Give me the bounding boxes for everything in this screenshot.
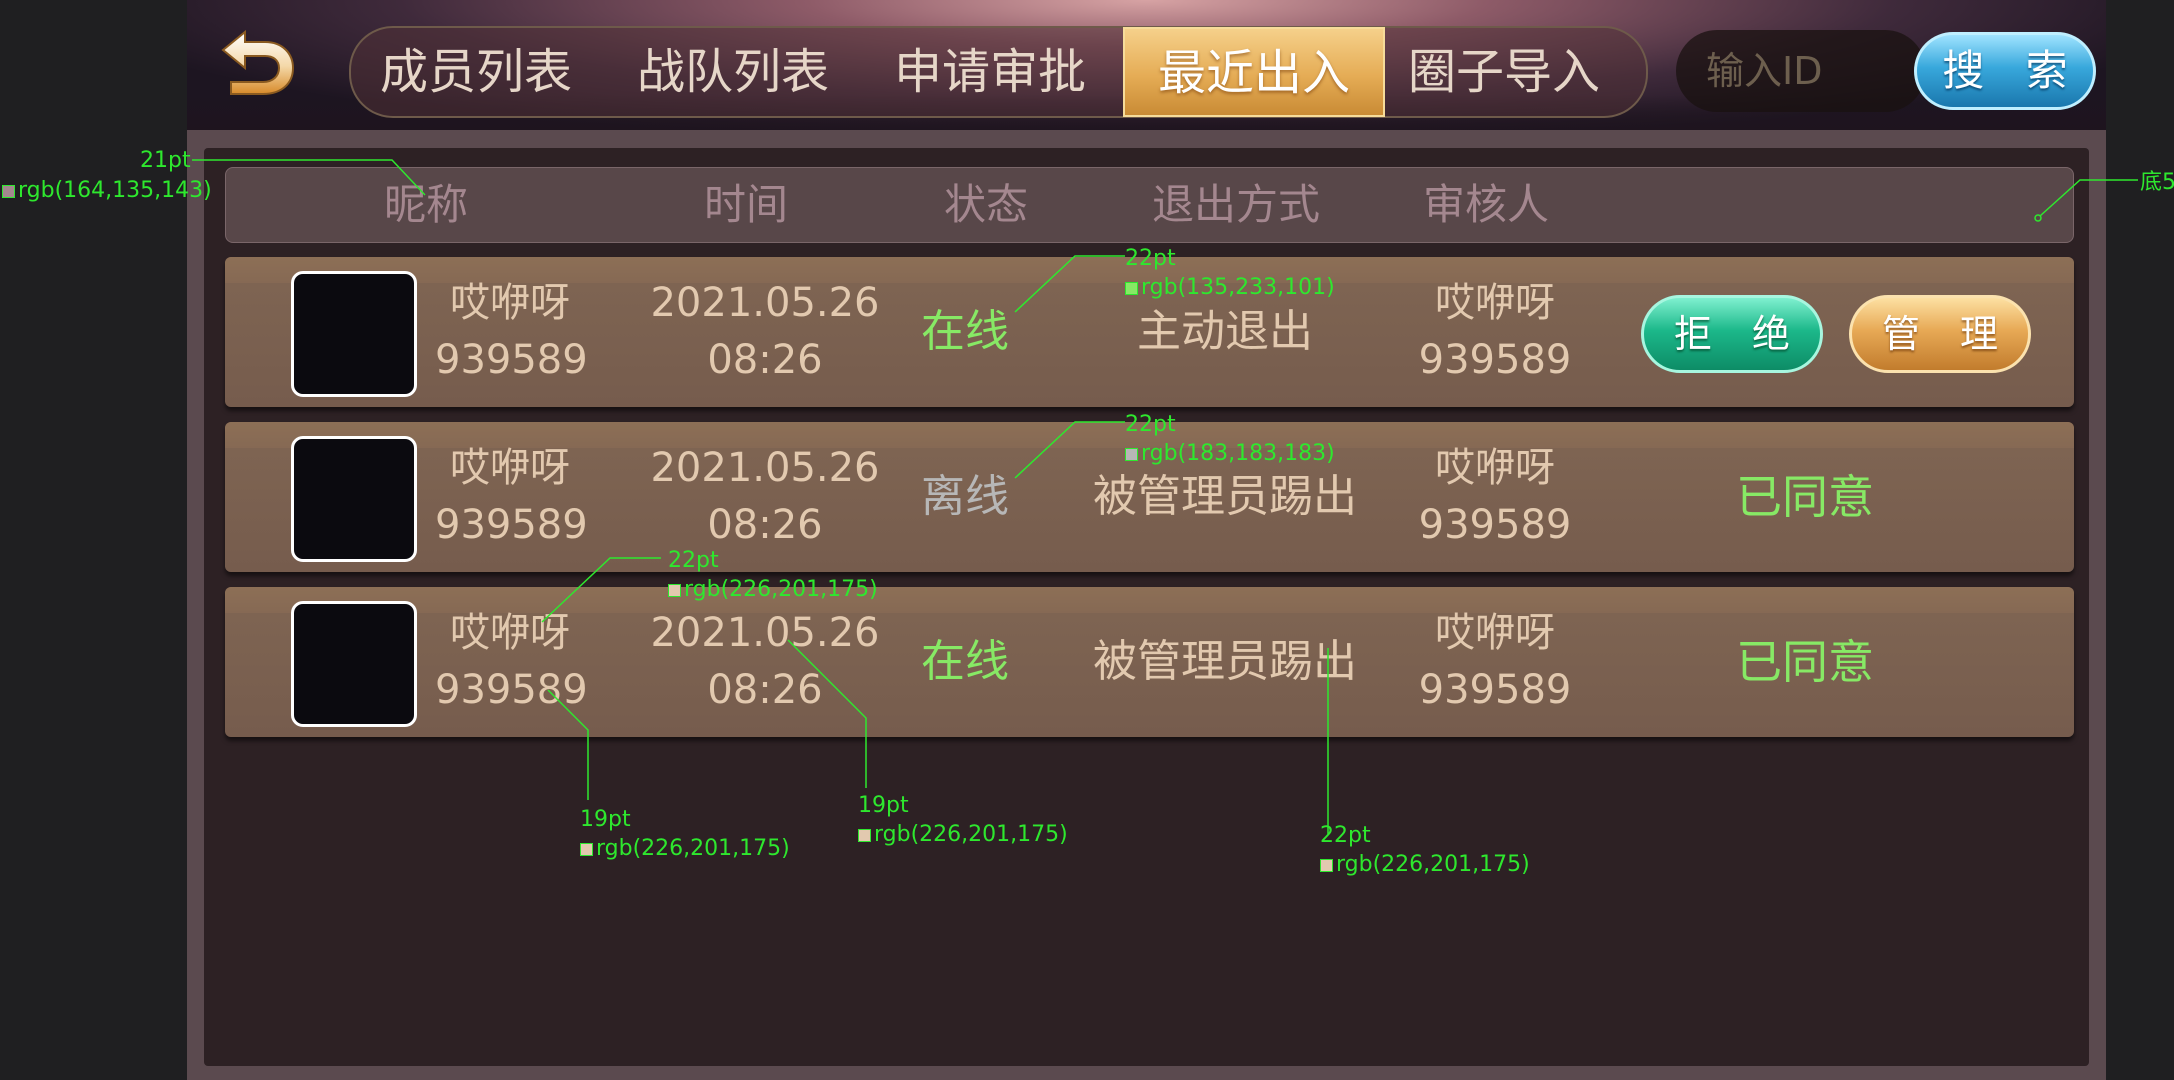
member-nickname: 哎咿呀 [450,280,570,326]
annotation-online-size: 22pt [1125,246,1176,271]
avatar [291,601,417,727]
record-time: 08:26 [707,337,823,383]
back-arrow-icon [221,29,295,95]
record-date: 2021.05.26 [650,445,880,491]
reviewer-name: 哎咿呀 [1435,610,1555,656]
annotation-color-text: rgb(226,201,175) [596,836,790,861]
annotation-color-text: rgb(183,183,183) [1141,441,1335,466]
approval-result: 已同意 [1736,635,1874,689]
annotation-exit-color: rgb(226,201,175) [1320,854,1530,876]
exit-method: 被管理员踢出 [1093,636,1357,687]
header-status: 状态 [943,180,1028,229]
color-swatch [668,583,681,597]
reject-button[interactable]: 拒 绝 [1641,295,1823,373]
reviewer-name: 哎咿呀 [1435,280,1555,326]
id-search-input[interactable] [1676,30,1926,112]
app-panel: 成员列表 战队列表 申请审批 最近出入 圈子导入 搜 索 昵称 时间 状态 退出… [187,0,2106,1080]
reviewer-id: 939589 [1418,337,1572,383]
header-time: 时间 [703,180,788,229]
annotation-color-text: rgb(164,135,143) [18,178,212,203]
annotation-datetime-color: rgb(226,201,175) [858,824,1068,846]
header-exit-method: 退出方式 [1151,180,1320,229]
annotation-datetime-size: 19pt [858,793,909,818]
back-button[interactable] [217,28,297,103]
annotation-corner-note: 底5 [2140,170,2174,195]
avatar [291,271,417,397]
annotation-exit-size: 22pt [1320,823,1371,848]
record-time: 08:26 [707,667,823,713]
search-button[interactable]: 搜 索 [1914,32,2096,110]
tab-bar: 成员列表 战队列表 申请审批 最近出入 圈子导入 [349,26,1648,118]
color-swatch [1125,447,1138,461]
member-nickname: 哎咿呀 [450,610,570,656]
annotation-color-text: rgb(226,201,175) [1336,852,1530,877]
annotation-color-text: rgb(226,201,175) [684,577,878,602]
tab-approval[interactable]: 申请审批 [865,28,1115,116]
status-online: 在线 [921,636,1009,687]
annotation-header-size: 21pt [140,148,191,173]
reviewer-id: 939589 [1418,502,1572,548]
annotation-nickname-color: rgb(226,201,175) [668,579,878,601]
record-date: 2021.05.26 [650,610,880,656]
approval-result: 已同意 [1736,470,1874,524]
annotation-online-color: rgb(135,233,101) [1125,277,1335,299]
table-header: 昵称 时间 状态 退出方式 审核人 [225,167,2074,243]
header-reviewer: 审核人 [1422,180,1549,229]
annotation-id-size: 19pt [580,807,631,832]
member-nickname: 哎咿呀 [450,445,570,491]
annotation-offline-color: rgb(183,183,183) [1125,443,1335,465]
color-swatch [1320,858,1333,872]
annotation-color-text: rgb(226,201,175) [874,822,1068,847]
member-id: 939589 [435,667,588,713]
status-online: 在线 [921,306,1009,357]
tab-team-list[interactable]: 战队列表 [608,28,858,116]
table-row: 哎咿呀 939589 2021.05.26 08:26 在线 被管理员踢出 哎咿… [225,587,2074,737]
color-swatch [580,842,593,856]
color-swatch [2,184,15,198]
avatar [291,436,417,562]
reviewer-name: 哎咿呀 [1435,445,1555,491]
member-id: 939589 [435,337,588,383]
reviewer-id: 939589 [1418,667,1572,713]
annotation-header-color: rgb(164,135,143) [2,180,212,202]
manage-button[interactable]: 管 理 [1849,295,2031,373]
member-id: 939589 [435,502,588,548]
record-time: 08:26 [707,502,823,548]
annotation-color-text: rgb(135,233,101) [1141,275,1335,300]
annotation-id-color: rgb(226,201,175) [580,838,790,860]
tab-member-list[interactable]: 成员列表 [351,28,601,116]
annotation-nickname-size: 22pt [668,548,719,573]
header-nickname: 昵称 [383,180,468,229]
top-bar: 成员列表 战队列表 申请审批 最近出入 圈子导入 搜 索 [187,0,2106,130]
tab-circle-import[interactable]: 圈子导入 [1379,28,1629,116]
tab-recent-access[interactable]: 最近出入 [1123,27,1385,117]
color-swatch [858,828,871,842]
color-swatch [1125,281,1138,295]
status-offline: 离线 [921,471,1009,522]
record-date: 2021.05.26 [650,280,880,326]
annotation-offline-size: 22pt [1125,412,1176,437]
